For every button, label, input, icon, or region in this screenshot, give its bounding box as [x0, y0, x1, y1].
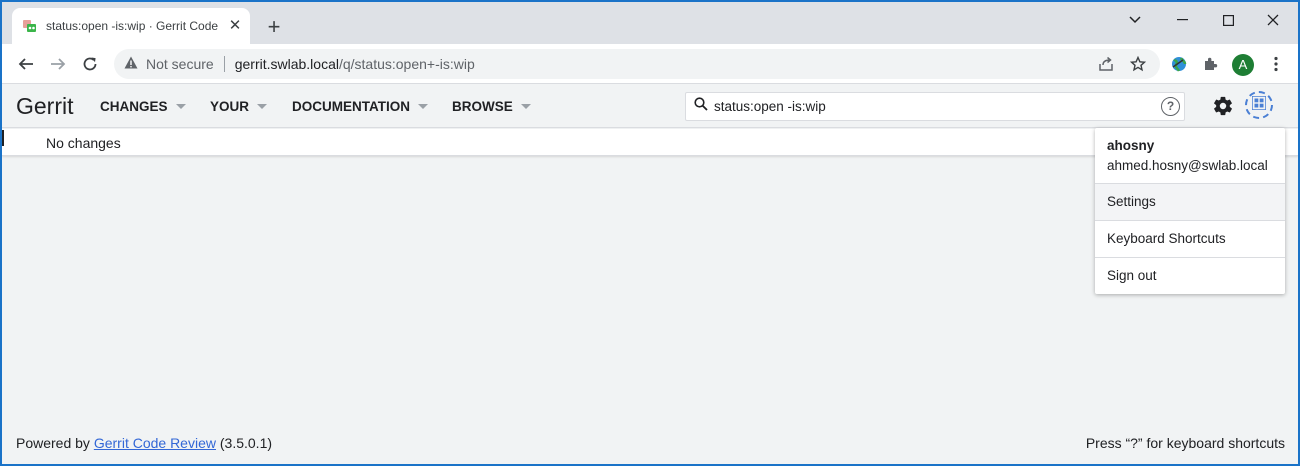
omnibox-divider [223, 56, 225, 72]
version-text: (3.5.0.1) [219, 435, 273, 451]
browser-toolbar: Not secure gerrit.swlab.local/q/status:o… [2, 44, 1298, 84]
search-input[interactable] [714, 99, 1144, 114]
nav-label: YOUR [210, 99, 250, 114]
new-tab-icon[interactable]: + [262, 16, 286, 40]
account-avatar[interactable] [1245, 91, 1273, 119]
maximize-icon[interactable] [1205, 7, 1251, 33]
account-grid-icon [1251, 94, 1267, 115]
back-icon[interactable] [14, 52, 38, 76]
account-info: ahosny ahmed.hosny@swlab.local [1095, 128, 1285, 184]
tab-close-icon[interactable]: ✕ [226, 17, 244, 35]
browser-window: status:open -is:wip · Gerrit Code Review… [2, 2, 1298, 464]
extensions-puzzle-icon[interactable] [1199, 52, 1223, 76]
nav-documentation[interactable]: DOCUMENTATION [292, 99, 428, 114]
tab-strip: status:open -is:wip · Gerrit Code Review… [2, 2, 1298, 44]
profile-avatar[interactable]: A [1232, 54, 1254, 76]
menu-item-sign-out[interactable]: Sign out [1095, 258, 1285, 295]
minimize-icon[interactable] [1159, 7, 1205, 33]
footer-powered-by: Powered by Gerrit Code Review (3.5.0.1) [16, 435, 272, 451]
gerrit-code-review-link[interactable]: Gerrit Code Review [94, 435, 216, 451]
no-changes-text: No changes [46, 135, 121, 151]
help-icon[interactable]: ? [1161, 97, 1180, 116]
powered-by-text: Powered by [16, 435, 90, 451]
account-username: ahosny [1107, 138, 1155, 153]
close-window-icon[interactable] [1250, 7, 1296, 33]
url-host: gerrit.swlab.local [234, 56, 339, 72]
warning-icon[interactable] [124, 56, 138, 72]
account-email: ahmed.hosny@swlab.local [1107, 158, 1268, 173]
menu-item-keyboard-shortcuts[interactable]: Keyboard Shortcuts [1095, 221, 1285, 258]
settings-gear-icon[interactable] [1212, 95, 1234, 117]
address-bar[interactable]: Not secure gerrit.swlab.local/q/status:o… [114, 49, 1160, 79]
caret-down-icon [520, 104, 531, 109]
reload-icon[interactable] [78, 52, 102, 76]
caret-down-icon [257, 104, 268, 109]
nav-your[interactable]: YOUR [210, 99, 268, 114]
nav-label: BROWSE [452, 99, 513, 114]
bookmark-star-icon[interactable] [1126, 52, 1150, 76]
share-icon[interactable] [1094, 52, 1118, 76]
tab-title: status:open -is:wip · Gerrit Code Review [46, 19, 218, 33]
search-icon [694, 97, 708, 116]
keyboard-shortcut-hint: Press “?” for keyboard shortcuts [1085, 435, 1285, 451]
nav-changes[interactable]: CHANGES [100, 99, 186, 114]
gerrit-logo[interactable]: Gerrit [16, 93, 74, 120]
nav-label: CHANGES [100, 99, 168, 114]
gerrit-favicon-icon [22, 18, 38, 34]
tab-search-chevron-icon[interactable] [1112, 7, 1158, 33]
menu-item-settings[interactable]: Settings [1095, 184, 1285, 221]
account-dropdown: ahosny ahmed.hosny@swlab.local Settings … [1095, 128, 1285, 294]
browser-menu-icon[interactable] [1264, 52, 1288, 76]
browser-tab[interactable]: status:open -is:wip · Gerrit Code Review… [12, 8, 250, 44]
caret-down-icon [418, 104, 428, 109]
not-secure-label[interactable]: Not secure [146, 56, 214, 72]
caret-down-icon [175, 104, 186, 109]
gerrit-header: Gerrit CHANGES YOUR DOCUMENTATION BROWSE… [2, 84, 1298, 128]
extension-globe-icon[interactable] [1167, 52, 1191, 76]
nav-label: DOCUMENTATION [292, 99, 410, 114]
row-cursor-marker [2, 130, 4, 146]
search-box[interactable]: ? [685, 92, 1185, 121]
url-path: /q/status:open+-is:wip [338, 56, 475, 72]
forward-icon[interactable] [46, 52, 70, 76]
nav-browse[interactable]: BROWSE [452, 99, 531, 114]
